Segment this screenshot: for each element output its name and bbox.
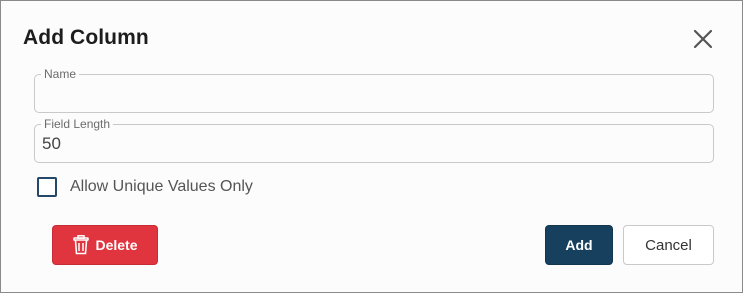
add-button-label: Add (565, 237, 593, 253)
add-button[interactable]: Add (545, 225, 613, 265)
unique-values-checkbox[interactable] (37, 177, 57, 197)
unique-values-label: Allow Unique Values Only (70, 178, 253, 195)
name-field-label: Name (41, 66, 80, 82)
name-field: Name (34, 66, 714, 113)
cancel-button-label: Cancel (645, 236, 692, 254)
delete-button[interactable]: Delete (52, 225, 158, 265)
name-input[interactable] (42, 81, 702, 107)
delete-button-label: Delete (95, 237, 138, 253)
cancel-button[interactable]: Cancel (623, 225, 714, 265)
field-length-input[interactable] (42, 131, 702, 157)
close-icon[interactable] (692, 28, 714, 50)
dialog-title: Add Column (23, 26, 149, 49)
trash-icon (72, 235, 90, 255)
add-column-dialog: Add Column Name Field Length Allow Uniqu… (0, 0, 743, 293)
field-length-label: Field Length (41, 116, 114, 132)
field-length-field: Field Length (34, 116, 714, 163)
